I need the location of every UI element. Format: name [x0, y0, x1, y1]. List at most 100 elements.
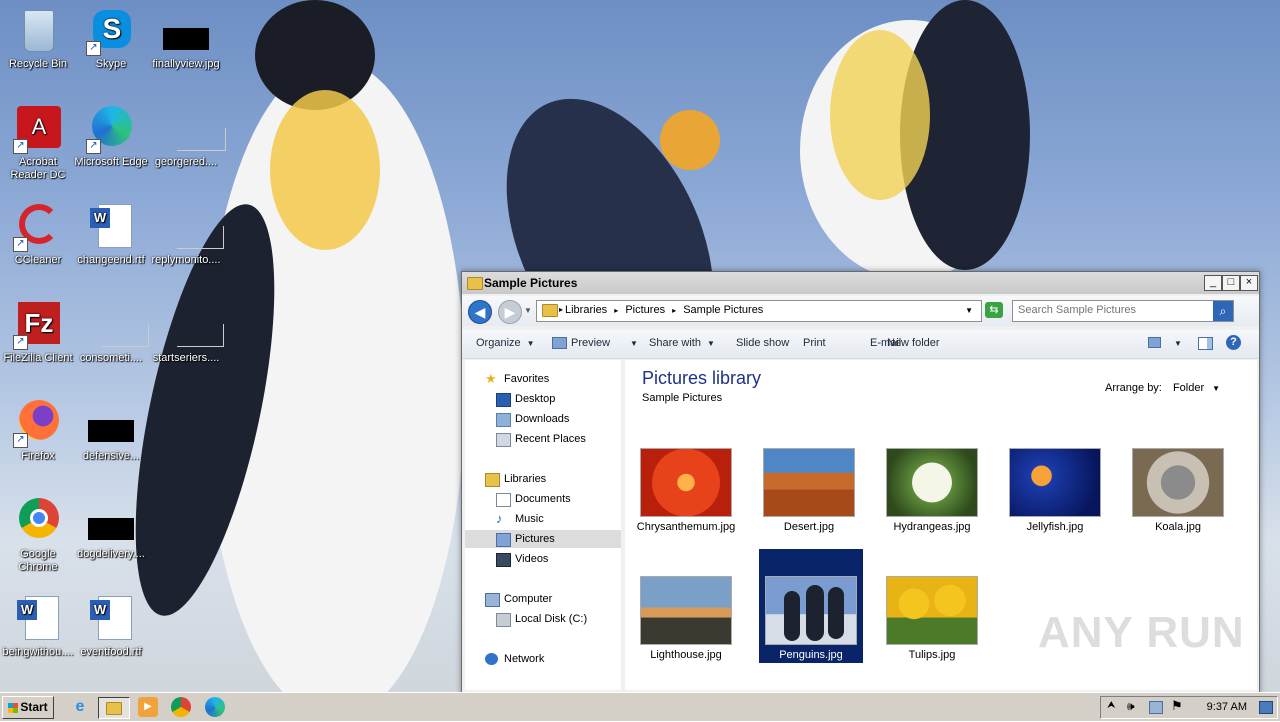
network-icon	[485, 653, 498, 665]
desktop-icon-skype[interactable]: S ↗ Skype	[73, 8, 149, 71]
breadcrumb-sample-pictures[interactable]: Sample Pictures	[683, 304, 763, 316]
organize-button[interactable]: Organize ▼	[476, 337, 535, 349]
file-thumbnail-desert[interactable]: Desert.jpg	[757, 448, 861, 534]
nav-network[interactable]: Network	[465, 650, 621, 668]
desktop-icon-consometi[interactable]: consometi....	[73, 302, 149, 365]
desktop-icon-startseriers[interactable]: startseriers....	[148, 302, 224, 365]
desktop-icon-defensive[interactable]: defensive...	[73, 400, 149, 463]
shortcut-arrow-icon: ↗	[86, 139, 101, 154]
desktop-icon	[496, 393, 511, 407]
desktop-icon-eventfood[interactable]: W eventfood.rtf	[73, 596, 149, 659]
desktop-icon-changeend[interactable]: W changeend.rtf	[73, 204, 149, 267]
breadcrumb-libraries[interactable]: Libraries	[565, 304, 607, 316]
folder-icon	[542, 304, 558, 317]
show-hidden-icons-icon[interactable]: ⮝	[1107, 700, 1116, 711]
address-dropdown-icon[interactable]: ▼	[965, 306, 973, 315]
desktop-icon-filezilla[interactable]: Fz ↗ FileZilla Client	[0, 302, 76, 365]
desktop-icon-dogdelivery[interactable]: dogdelivery....	[73, 498, 149, 561]
word-doc-icon: W	[88, 596, 134, 642]
share-with-button[interactable]: Share with ▼	[649, 337, 715, 349]
nav-documents[interactable]: Documents	[465, 490, 621, 508]
search-input[interactable]	[1013, 301, 1213, 319]
address-box[interactable]: ▸ Libraries ▸ Pictures ▸ Sample Pictures…	[536, 300, 982, 322]
nav-libraries[interactable]: Libraries	[465, 470, 621, 488]
print-button[interactable]: Print	[803, 337, 826, 349]
volume-icon[interactable]: 🕪	[1127, 699, 1135, 714]
arrange-by: Arrange by: Folder ▼	[1105, 382, 1220, 394]
media-player-icon[interactable]: ▶	[138, 697, 158, 717]
show-desktop-icon[interactable]	[1259, 701, 1273, 714]
network-tray-icon[interactable]	[1149, 701, 1163, 714]
command-bar: Organize ▼ Preview ▼ Share with ▼ Slide sh…	[462, 330, 1259, 359]
nav-favorites[interactable]: ★ Favorites	[465, 370, 621, 388]
nav-music[interactable]: ♪ Music	[465, 510, 621, 528]
arrange-by-dropdown[interactable]: Folder ▼	[1173, 382, 1220, 394]
recent-places-icon	[496, 433, 511, 447]
help-icon[interactable]: ?	[1226, 335, 1241, 350]
start-button[interactable]: Start	[2, 696, 54, 719]
nav-computer[interactable]: Computer	[465, 590, 621, 608]
search-box[interactable]: ⌕	[1012, 300, 1234, 322]
edge-taskbar-icon[interactable]	[205, 697, 225, 717]
jellyfish-image	[1009, 448, 1101, 517]
chrome-taskbar-icon[interactable]	[171, 697, 191, 717]
preview-dropdown-button[interactable]: ▼	[624, 337, 638, 349]
desktop-icon-replymonito[interactable]: replymonito....	[148, 204, 224, 267]
preview-pane-icon[interactable]	[1198, 337, 1213, 353]
desktop-icon-recycle-bin[interactable]: Recycle Bin	[0, 8, 76, 71]
desktop-icon-finallyview[interactable]: finallyview.jpg	[148, 8, 224, 71]
desktop-icon-acrobat[interactable]: A ↗ Acrobat Reader DC	[0, 106, 76, 182]
close-button[interactable]: ×	[1240, 275, 1258, 291]
desktop-icon-edge[interactable]: ↗ Microsoft Edge	[73, 106, 149, 169]
filezilla-icon: Fz ↗	[13, 302, 61, 350]
breadcrumb-separator-icon: ▸	[559, 305, 564, 314]
disk-icon	[496, 613, 511, 627]
title-bar[interactable]: Sample Pictures _ □ ×	[462, 272, 1259, 294]
preview-button[interactable]: Preview	[552, 337, 610, 350]
search-icon[interactable]: ⌕	[1213, 301, 1233, 321]
nav-local-disk[interactable]: Local Disk (C:)	[465, 610, 621, 628]
image-file-icon	[88, 498, 134, 544]
chevron-down-icon[interactable]: ▼	[524, 306, 532, 315]
documents-icon	[496, 493, 511, 507]
nav-recent-places[interactable]: Recent Places	[465, 430, 621, 448]
shortcut-arrow-icon: ↗	[13, 433, 28, 448]
star-icon: ★	[485, 371, 497, 386]
desktop-icon-chrome[interactable]: Google Chrome	[0, 498, 76, 574]
desktop-icon-georgered[interactable]: georgered....	[148, 106, 226, 169]
forward-button[interactable]: ▶	[498, 300, 522, 324]
breadcrumb-pictures[interactable]: Pictures	[625, 304, 665, 316]
file-thumbnail-chrysanthemum[interactable]: Chrysanthemum.jpg	[634, 448, 738, 534]
desktop-icon-firefox[interactable]: ↗ Firefox	[0, 400, 76, 463]
action-center-flag-icon[interactable]: ⚑	[1171, 698, 1183, 714]
file-thumbnail-tulips[interactable]: Tulips.jpg	[880, 576, 984, 662]
word-doc-icon: W	[88, 204, 134, 250]
file-thumbnail-lighthouse[interactable]: Lighthouse.jpg	[634, 576, 738, 662]
internet-explorer-icon[interactable]: e	[70, 697, 90, 717]
maximize-button[interactable]: □	[1222, 275, 1240, 291]
chevron-down-icon: ▼	[1212, 384, 1221, 393]
new-folder-button[interactable]: New folder	[887, 337, 940, 349]
nav-desktop[interactable]: Desktop	[465, 390, 621, 408]
desktop-icon-beingwithou[interactable]: W beingwithou....	[0, 596, 76, 659]
preview-icon	[552, 337, 567, 350]
desktop-icon-ccleaner[interactable]: ↗ CCleaner	[0, 204, 76, 267]
minimize-button[interactable]: _	[1204, 275, 1222, 291]
library-subtitle: Sample Pictures	[642, 392, 723, 404]
breadcrumb: Libraries ▸ Pictures ▸ Sample Pictures	[565, 304, 763, 316]
view-dropdown-icon[interactable]: ▼	[1174, 339, 1182, 348]
file-thumbnail-jellyfish[interactable]: Jellyfish.jpg	[1003, 448, 1107, 534]
file-thumbnail-koala[interactable]: Koala.jpg	[1126, 448, 1230, 534]
skype-icon: S ↗	[86, 8, 134, 56]
nav-pictures[interactable]: Pictures	[465, 530, 621, 548]
clock[interactable]: 9:37 AM	[1207, 701, 1247, 713]
refresh-button[interactable]: ⇆	[985, 302, 1003, 318]
change-view-icon[interactable]	[1148, 337, 1161, 351]
nav-videos[interactable]: Videos	[465, 550, 621, 568]
nav-downloads[interactable]: Downloads	[465, 410, 621, 428]
file-thumbnail-penguins[interactable]: Penguins.jpg	[759, 549, 863, 663]
slide-show-button[interactable]: Slide show	[736, 337, 789, 349]
file-thumbnail-hydrangeas[interactable]: Hydrangeas.jpg	[880, 448, 984, 534]
file-explorer-taskbar-button[interactable]	[98, 697, 130, 719]
back-button[interactable]: ◀	[468, 300, 492, 324]
